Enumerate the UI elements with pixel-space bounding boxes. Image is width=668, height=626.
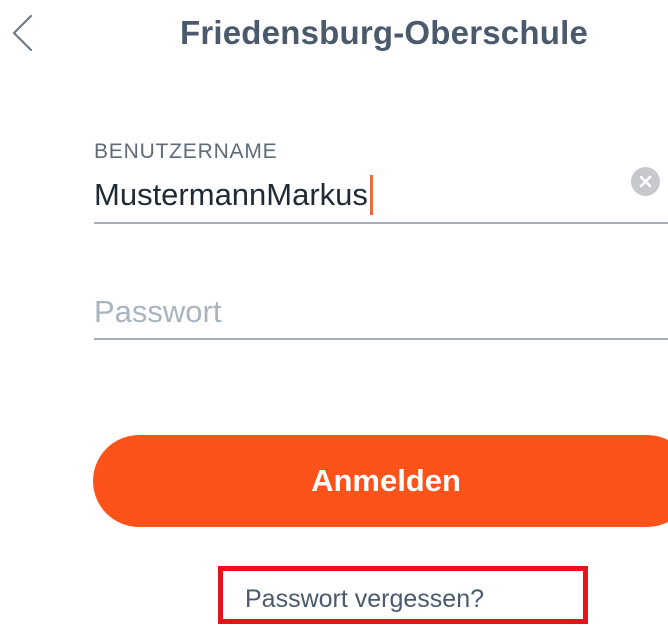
username-field[interactable]: MustermannMarkus [94,171,668,219]
password-underline [94,338,668,340]
username-value[interactable]: MustermannMarkus [94,177,368,213]
page-title: Friedensburg-Oberschule [179,14,588,51]
username-underline [94,222,668,224]
username-label: BENUTZERNAME [94,140,278,163]
login-button[interactable]: Anmelden [93,435,668,527]
text-cursor [369,175,373,215]
clear-circle-icon [639,175,652,188]
login-screen: Friedensburg-Oberschule BENUTZERNAME Mus… [0,0,668,626]
forgot-password-link[interactable]: Passwort vergessen? [245,585,484,614]
password-input[interactable] [94,287,654,337]
clear-username-button[interactable] [631,167,660,196]
